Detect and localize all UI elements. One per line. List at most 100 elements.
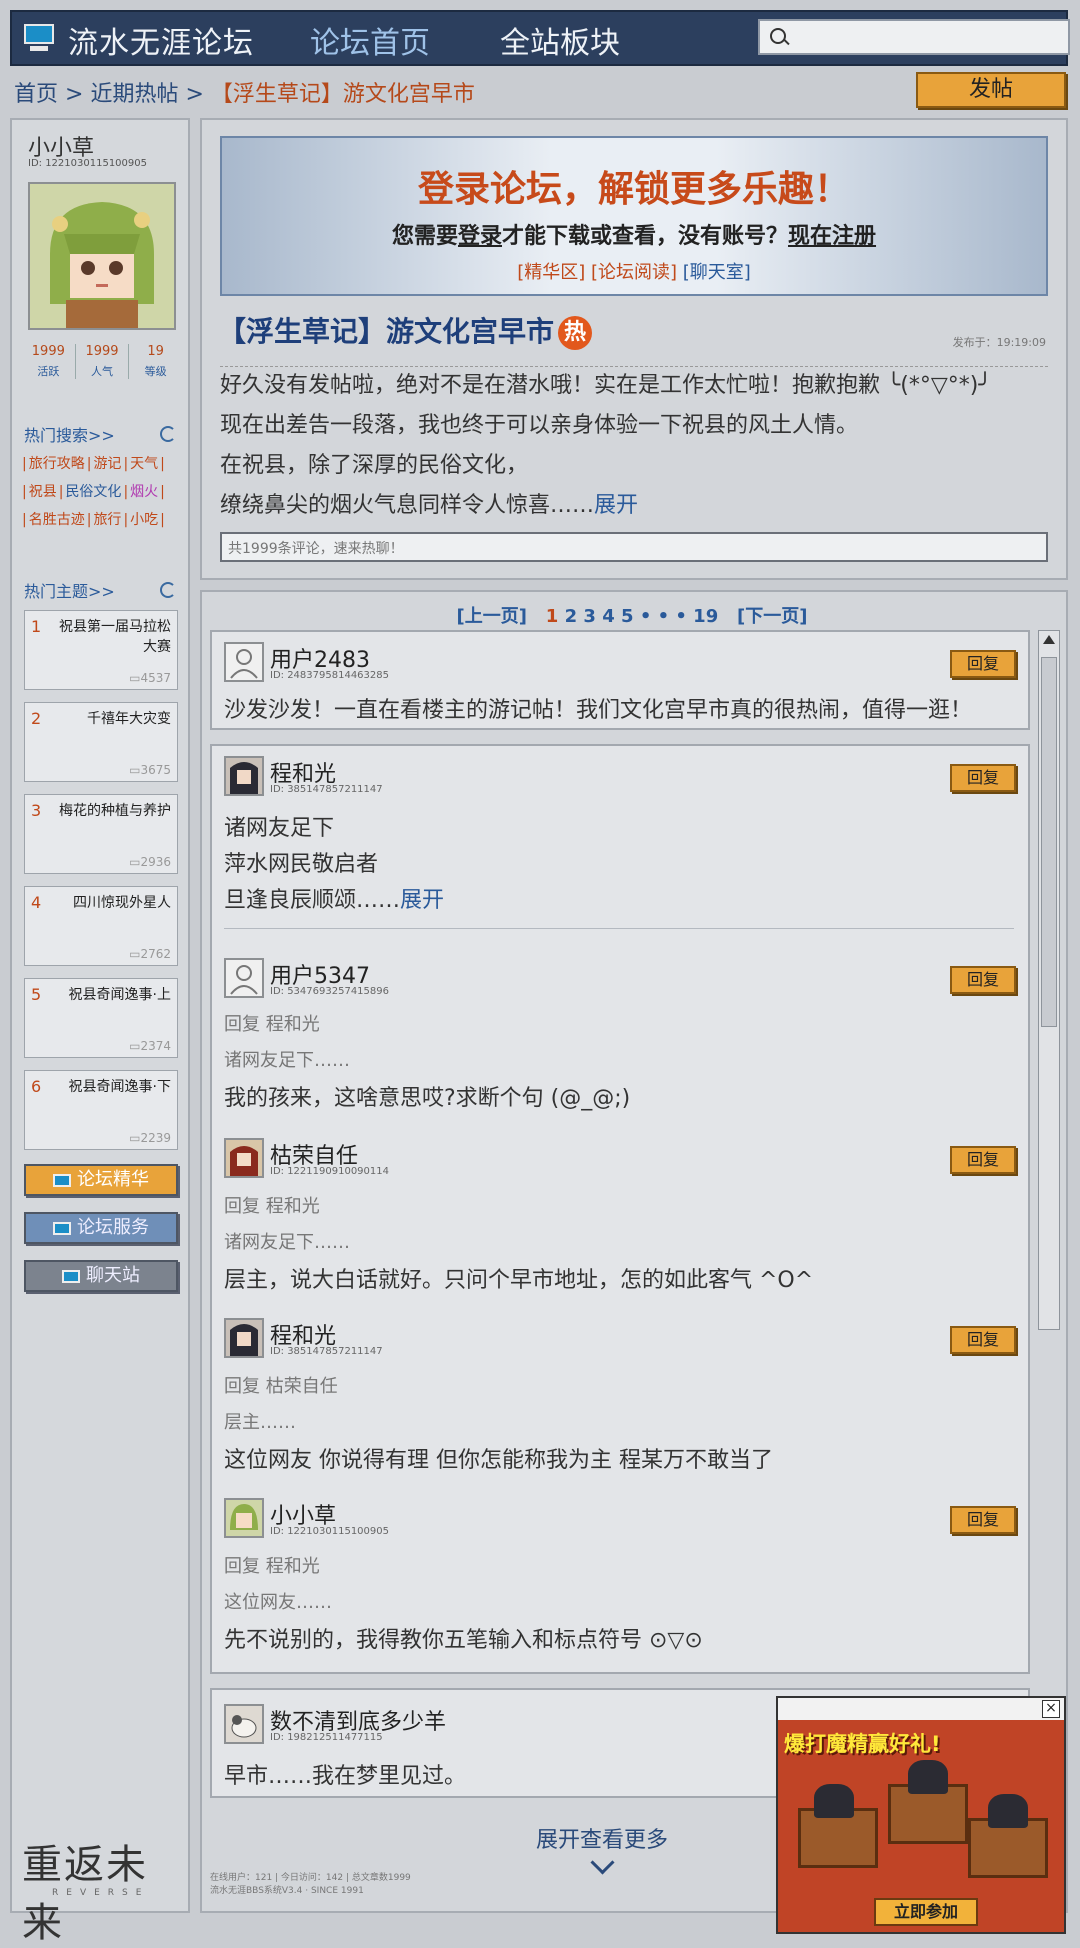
hot-topic-item[interactable]: 4 四川惊现外星人 ▭2762 xyxy=(24,886,178,966)
stat-level: 19 等级 xyxy=(144,344,167,378)
hot-badge: 热 xyxy=(558,316,593,350)
search-tag[interactable]: 烟火 xyxy=(130,484,158,500)
page-ellipsis: • • • xyxy=(639,606,687,627)
brand-subtitle: REVERSE xyxy=(52,1888,150,1898)
page-3[interactable]: 3 xyxy=(583,606,596,627)
ad-join-button[interactable]: 立即参加 xyxy=(874,1898,978,1926)
avatar[interactable] xyxy=(224,1498,264,1538)
search-tag[interactable]: 祝县 xyxy=(29,484,57,500)
scrollbar[interactable] xyxy=(1038,630,1060,1330)
search-tag[interactable]: 旅行 xyxy=(93,512,121,528)
hot-topics-title: 热门主题>> xyxy=(24,582,115,601)
post-time: 发布于：19:19:09 xyxy=(952,336,1046,349)
search-input[interactable] xyxy=(796,23,1060,53)
hot-topic-item[interactable]: 1 祝县第一届马拉松大赛 ▭4537 xyxy=(24,610,178,690)
search-tag[interactable]: 游记 xyxy=(93,456,121,472)
comment-thread: 程和光 ID: 385147857211147 回复 诸网友足下 萍水网民敬启者 … xyxy=(210,744,1030,1674)
search-tag[interactable]: 天气 xyxy=(130,456,158,472)
reply-button[interactable]: 回复 xyxy=(950,1506,1016,1534)
hot-search-title: 热门搜索>> xyxy=(24,426,115,445)
reply-button[interactable]: 回复 xyxy=(950,1146,1016,1174)
page-2[interactable]: 2 xyxy=(565,606,578,627)
link-chatroom[interactable]: [聊天室] xyxy=(683,262,751,283)
cat-icon xyxy=(814,1784,854,1818)
breadcrumb: 首页 > 近期热帖 > 【浮生草记】游文化宫早市 xyxy=(14,82,475,107)
hot-topic-item[interactable]: 2 千禧年大灾变 ▭3675 xyxy=(24,702,178,782)
page-4[interactable]: 4 xyxy=(602,606,615,627)
link-forum-reading[interactable]: [论坛阅读] xyxy=(591,262,677,283)
computer-icon xyxy=(53,1222,71,1235)
login-link[interactable]: 登录 xyxy=(458,224,502,249)
reply-button[interactable]: 回复 xyxy=(950,1326,1016,1354)
comment-count: ▭4537 xyxy=(129,671,171,685)
avatar[interactable] xyxy=(224,1704,264,1744)
sidebar: 小小草 ID: 1221030115100905 1999 活跃 1999 人气 1… xyxy=(10,118,190,1946)
prev-page[interactable]: [上一页] xyxy=(457,606,527,627)
comment-count: ▭2936 xyxy=(129,855,171,869)
avatar[interactable] xyxy=(224,1138,264,1178)
chat-station-button[interactable]: 聊天站 xyxy=(24,1260,178,1292)
hot-topic-item[interactable]: 3 梅花的种植与养护 ▭2936 xyxy=(24,794,178,874)
computer-icon[interactable] xyxy=(22,22,56,54)
breadcrumb-home[interactable]: 首页 xyxy=(14,82,58,107)
forum-service-button[interactable]: 论坛服务 xyxy=(24,1212,178,1244)
hot-topic-item[interactable]: 5 祝县奇闻逸事·上 ▭2374 xyxy=(24,978,178,1058)
pagination: [上一页] 1 2 3 4 5 • • • 19 [下一页] xyxy=(202,602,1062,628)
nav-forum-home[interactable]: 论坛首页 xyxy=(310,18,430,62)
reply-button[interactable]: 回复 xyxy=(950,966,1016,994)
post-title: 【浮生草记】游文化宫早市热 xyxy=(218,310,593,350)
refresh-icon[interactable] xyxy=(160,582,176,598)
computer-icon xyxy=(62,1270,80,1283)
site-title[interactable]: 流水无涯论坛 xyxy=(68,18,254,62)
breadcrumb-section[interactable]: 近期热帖 xyxy=(90,82,178,107)
search-tag[interactable]: 小吃 xyxy=(130,512,158,528)
close-icon[interactable]: × xyxy=(1042,1700,1060,1718)
new-post-button[interactable]: 发帖 xyxy=(916,72,1066,108)
reply-button[interactable]: 回复 xyxy=(950,764,1016,792)
search-tag[interactable]: 旅行攻略 xyxy=(29,456,85,472)
forum-essence-button[interactable]: 论坛精华 xyxy=(24,1164,178,1196)
next-page[interactable]: [下一页] xyxy=(737,606,807,627)
chevron-down-icon[interactable] xyxy=(590,1850,615,1875)
page-19[interactable]: 19 xyxy=(693,606,718,627)
banner-headline: 登录论坛，解锁更多乐趣！ xyxy=(417,169,850,210)
comment-count: ▭2374 xyxy=(129,1039,171,1053)
stat-popularity: 1999 人气 xyxy=(76,344,130,379)
page-5[interactable]: 5 xyxy=(621,606,634,627)
avatar[interactable] xyxy=(28,182,176,330)
search-box[interactable] xyxy=(758,19,1070,55)
comment-card: 用户2483 ID: 2483795814463285 回复 沙发沙发！一直在看楼… xyxy=(210,630,1030,730)
scrollbar-thumb[interactable] xyxy=(1041,657,1057,1027)
search-tag[interactable]: 名胜古迹 xyxy=(29,512,85,528)
comment-text: 早市……我在梦里见过。 xyxy=(224,1764,467,1789)
comment-count: ▭3675 xyxy=(129,763,171,777)
divider xyxy=(224,928,1014,929)
refresh-icon[interactable] xyxy=(160,426,176,442)
post-panel: 登录论坛，解锁更多乐趣！ 您需要登录才能下载或查看，没有账号？现在注册 [精华区… xyxy=(200,118,1068,580)
avatar[interactable] xyxy=(224,1318,264,1358)
user-stats: 1999 活跃 1999 人气 19 等级 xyxy=(22,344,182,379)
hot-topic-item[interactable]: 6 祝县奇闻逸事·下 ▭2239 xyxy=(24,1070,178,1150)
nav-all-boards[interactable]: 全站板块 xyxy=(500,18,620,62)
default-avatar-icon[interactable] xyxy=(224,958,264,998)
ad-popup[interactable]: × 爆打魔精赢好礼! 立即参加 xyxy=(776,1696,1066,1934)
arrow-up-icon[interactable] xyxy=(1043,635,1055,644)
expand-link[interactable]: 展开 xyxy=(400,888,444,913)
page-1[interactable]: 1 xyxy=(546,606,559,627)
stat-activity: 1999 活跃 xyxy=(22,344,76,379)
avatar[interactable] xyxy=(224,756,264,796)
comment-count: ▭2762 xyxy=(129,947,171,961)
comment-input[interactable]: 共1999条评论，速来热聊！ xyxy=(220,532,1048,562)
link-essence[interactable]: [精华区] xyxy=(517,262,585,283)
top-bar: 流水无涯论坛 论坛首页 全站板块 xyxy=(10,10,1070,66)
register-link[interactable]: 现在注册 xyxy=(788,224,876,249)
search-icon[interactable] xyxy=(770,28,786,44)
expand-link[interactable]: 展开 xyxy=(594,493,638,518)
comment-text: 沙发沙发！一直在看楼主的游记帖！我们文化宫早市真的很热闹，值得一逛！ xyxy=(224,698,973,723)
post-body: 好久没有发帖啦，绝对不是在潜水哦！实在是工作太忙啦！抱歉抱歉 ╰(*°▽°*)╯… xyxy=(220,373,992,518)
default-avatar-icon[interactable] xyxy=(224,642,264,682)
reply-button[interactable]: 回复 xyxy=(950,650,1016,678)
cat-icon xyxy=(988,1794,1028,1828)
search-tag[interactable]: 民俗文化 xyxy=(65,484,121,500)
comment-count: ▭2239 xyxy=(129,1131,171,1145)
